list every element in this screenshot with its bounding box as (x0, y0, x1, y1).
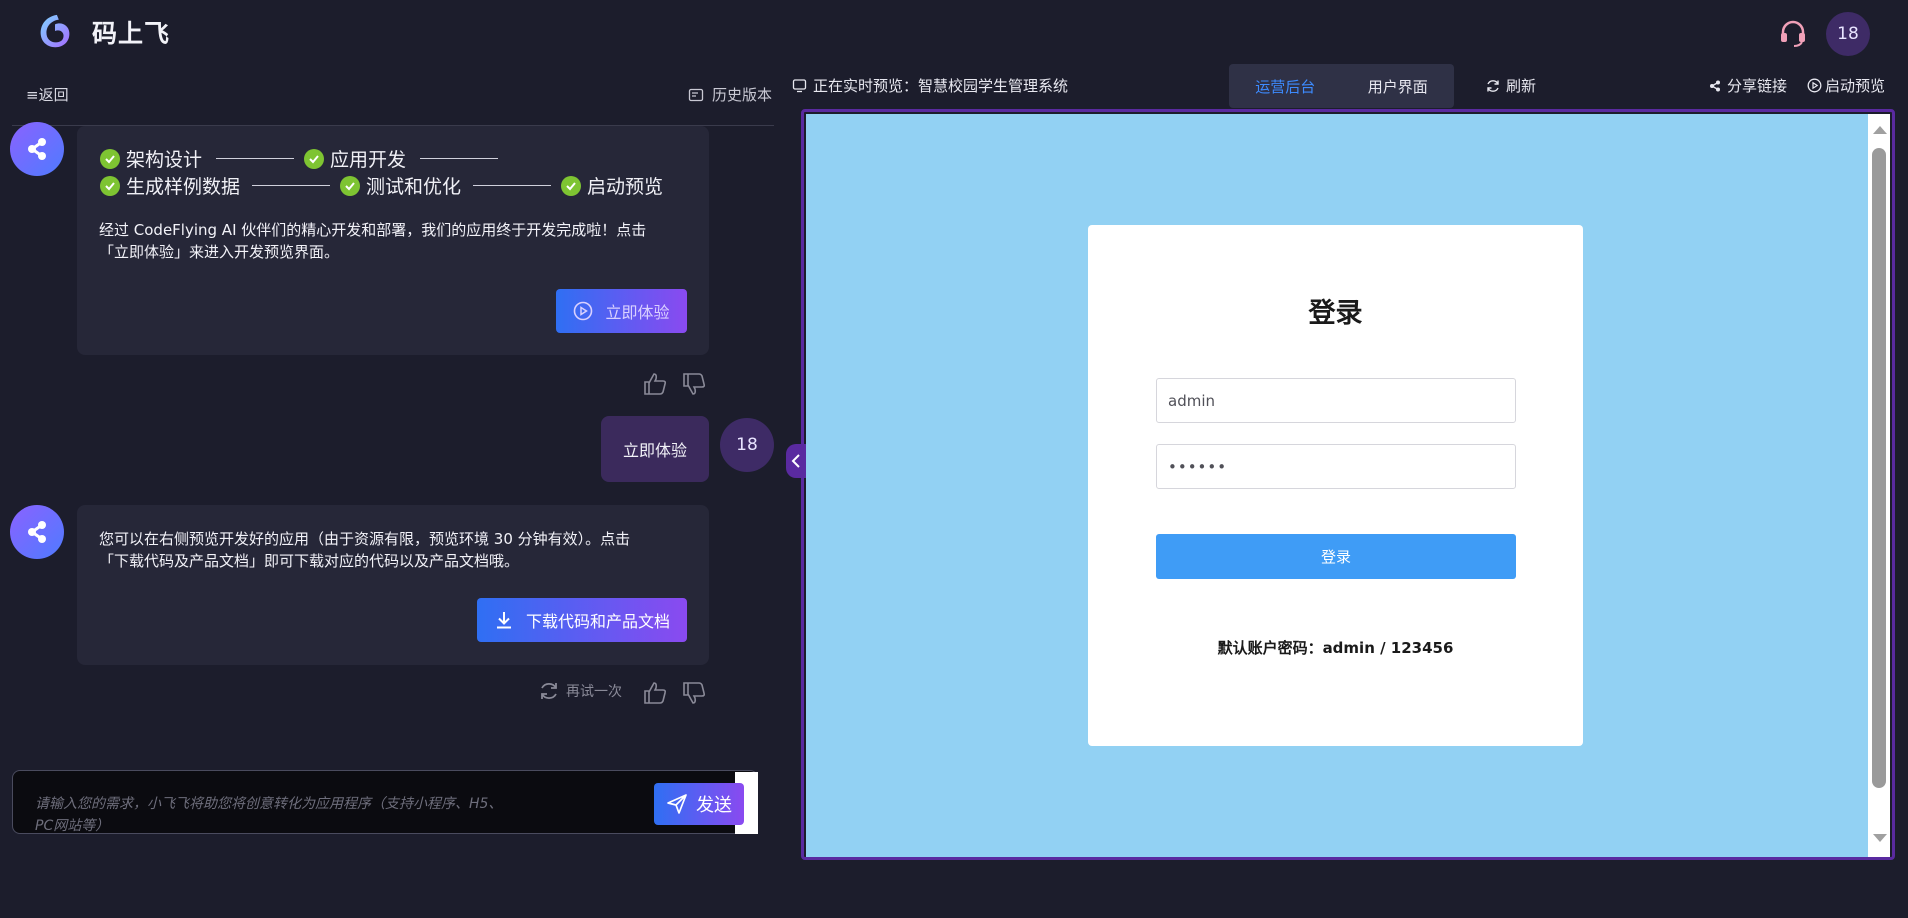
step-connector (216, 158, 295, 159)
step-label: 生成样例数据 (126, 176, 241, 198)
play-circle-icon (1807, 78, 1822, 93)
try-now-button[interactable]: 立即体验 (556, 289, 687, 333)
live-preview-text: 正在实时预览：智慧校园学生管理系统 (813, 77, 1069, 95)
prompt-input[interactable]: 请输入您的需求，小飞飞将助您将创意转化为应用程序（支持小程序、H5、 PC网站等… (12, 770, 758, 834)
thumbs-up-icon[interactable] (642, 371, 668, 397)
share-node-icon (28, 521, 46, 543)
top-bar: 码上飞 18 (0, 0, 1908, 60)
scroll-up-icon[interactable] (1873, 126, 1887, 134)
username-input[interactable]: admin (1156, 378, 1516, 423)
step-label: 架构设计 (126, 149, 203, 171)
launch-preview-button[interactable]: 启动预览 (1807, 75, 1885, 96)
share-node-icon (28, 138, 46, 160)
step-label: 启动预览 (587, 176, 664, 198)
retry-label: 再试一次 (566, 684, 622, 700)
login-button[interactable]: 登录 (1156, 534, 1516, 579)
app-name: 码上飞 (92, 19, 171, 48)
default-credentials-hint: 默认账户密码：admin / 123456 (1217, 639, 1454, 657)
check-icon (304, 148, 325, 169)
message-line: 经过 CodeFlying AI 伙伴们的精心开发和部署，我们的应用终于开发完成… (99, 221, 647, 239)
thumbs-down-icon[interactable] (681, 371, 707, 397)
thumbs-up-icon[interactable] (642, 680, 668, 706)
bot-avatar (10, 122, 64, 176)
refresh-icon (1487, 79, 1499, 92)
step-connector (420, 158, 499, 159)
check-icon (100, 148, 120, 169)
live-preview-label: 正在实时预览：智慧校园学生管理系统 (792, 75, 1068, 96)
user-avatar[interactable]: 18 (1826, 12, 1870, 56)
scroll-down-icon[interactable] (1873, 834, 1887, 842)
refresh-icon (541, 682, 557, 700)
share-icon (1710, 80, 1720, 91)
user-message-bubble: 立即体验 (601, 416, 709, 482)
login-card: 登录 admin •••••• 登录 默认账户密码：admin / 123456 (1088, 225, 1583, 746)
step-connector (473, 185, 552, 186)
placeholder-line: PC网站等） (35, 818, 110, 834)
placeholder-line: 请输入您的需求，小飞飞将助您将创意转化为应用程序（支持小程序、H5、 (35, 796, 503, 812)
refresh-button[interactable]: 刷新 (1486, 75, 1536, 96)
retry-button[interactable]: 再试一次 (538, 680, 622, 702)
history-versions-button[interactable]: 历史版本 (688, 84, 772, 105)
bot-message-text: 您可以在右侧预览开发好的应用（由于资源有限，预览环境 30 分钟有效）。点击 「… (99, 528, 630, 572)
step-label: 测试和优化 (366, 176, 462, 198)
message-line: 「下载代码及产品文档」即可下载对应的代码以及产品文档哦。 (99, 552, 520, 570)
view-switcher: 运营后台 用户界面 (1229, 64, 1454, 108)
send-label: 发送 (696, 795, 732, 816)
step-connector (252, 185, 331, 186)
customer-service-icon[interactable] (1778, 18, 1808, 48)
history-icon (688, 88, 704, 101)
share-link-button[interactable]: 分享链接 (1708, 75, 1787, 96)
share-label: 分享链接 (1727, 77, 1788, 95)
bot-avatar (10, 505, 64, 559)
user-avatar[interactable]: 18 (720, 418, 774, 472)
chevron-left-icon (791, 454, 800, 468)
login-title: 登录 (1308, 298, 1363, 329)
check-icon (340, 175, 361, 196)
progress-steps-row-2: 生成样例数据 测试和优化 启动预览 (100, 172, 663, 199)
tab-admin-backend[interactable]: 运营后台 (1229, 76, 1342, 97)
try-now-label: 立即体验 (605, 303, 670, 322)
tab-user-interface[interactable]: 用户界面 (1342, 76, 1455, 97)
check-icon (100, 175, 120, 196)
send-icon (667, 794, 687, 814)
launch-label: 启动预览 (1825, 77, 1886, 95)
app-logo-icon[interactable] (36, 12, 74, 50)
password-input[interactable]: •••••• (1156, 444, 1516, 489)
download-icon (496, 612, 511, 629)
chat-header: ≡返回 历史版本 (12, 74, 774, 126)
message-line: 您可以在右侧预览开发好的应用（由于资源有限，预览环境 30 分钟有效）。点击 (99, 530, 631, 548)
step-label: 应用开发 (330, 149, 407, 171)
scrollbar-thumb[interactable] (1872, 148, 1886, 788)
bot-message-text: 经过 CodeFlying AI 伙伴们的精心开发和部署，我们的应用终于开发完成… (99, 219, 646, 263)
preview-window-icon (792, 79, 807, 93)
thumbs-down-icon[interactable] (681, 680, 707, 706)
download-code-docs-button[interactable]: 下载代码和产品文档 (477, 598, 687, 642)
progress-steps-row-1: 架构设计 应用开发 (100, 145, 499, 172)
send-button[interactable]: 发送 (654, 783, 744, 825)
prompt-placeholder: 请输入您的需求，小飞飞将助您将创意转化为应用程序（支持小程序、H5、 PC网站等… (35, 793, 575, 837)
refresh-label: 刷新 (1506, 77, 1537, 95)
check-icon (561, 175, 582, 196)
history-label: 历史版本 (711, 86, 772, 104)
download-label: 下载代码和产品文档 (525, 612, 670, 631)
message-line: 「立即体验」来进入开发预览界面。 (99, 243, 340, 261)
back-button[interactable]: ≡返回 (26, 84, 69, 105)
play-circle-icon (574, 301, 593, 321)
